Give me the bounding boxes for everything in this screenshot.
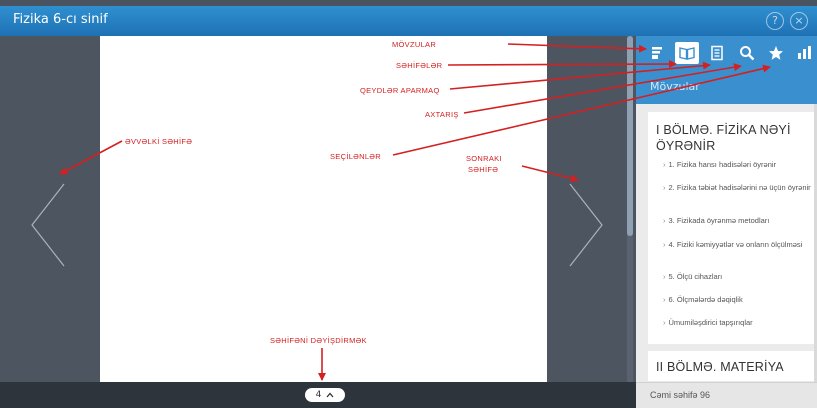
panel-footer: Cəmi səhifə 96 bbox=[636, 382, 817, 408]
annotation-label: SƏHİFƏNİ DƏYİŞDİRMƏK bbox=[270, 336, 367, 345]
topics-icon[interactable] bbox=[645, 42, 669, 64]
annotation-label: SƏHİFƏ bbox=[468, 165, 499, 174]
topic-item[interactable]: › 6. Ölçmələrdə dəqiqlik bbox=[663, 295, 813, 305]
topic-item[interactable]: › 5. Ölçü cihazları bbox=[663, 272, 813, 282]
window-title: Fizika 6-cı sinif bbox=[13, 12, 108, 27]
annotation-label: SONRAKI bbox=[466, 154, 502, 163]
annotation-label: SƏHİFƏLƏR bbox=[396, 61, 443, 70]
chevron-up-icon bbox=[326, 392, 334, 398]
help-icon[interactable]: ? bbox=[766, 12, 784, 30]
section-title[interactable]: II BÖLMƏ. MATERİYA bbox=[656, 360, 784, 374]
page-number: 4 bbox=[315, 390, 322, 400]
annotation-label: MÖVZULAR bbox=[392, 40, 437, 49]
annotation-label: AXTARIŞ bbox=[425, 110, 459, 119]
search-icon[interactable] bbox=[735, 42, 759, 64]
topic-item[interactable]: › 3. Fizikada öyrənmə metodları bbox=[663, 216, 813, 226]
total-pages-label: Cəmi səhifə 96 bbox=[650, 390, 711, 400]
notes-icon[interactable] bbox=[705, 42, 729, 64]
page-scrollbar[interactable] bbox=[627, 36, 633, 382]
previous-page-chevron-icon[interactable] bbox=[28, 180, 68, 270]
stats-icon[interactable] bbox=[792, 42, 816, 64]
annotation-label: QEYDLƏR APARMAQ bbox=[360, 86, 440, 95]
book-page bbox=[100, 36, 547, 382]
panel-header: Mövzular bbox=[636, 72, 817, 104]
topic-item[interactable]: › 1. Fizika hansı hadisələri öyrənir bbox=[663, 160, 813, 170]
panel-header-title: Mövzular bbox=[650, 80, 700, 93]
section-title[interactable]: I BÖLMƏ. FİZİKA NƏYİ ÖYRƏNİR bbox=[656, 122, 811, 154]
close-icon[interactable]: × bbox=[790, 12, 808, 30]
scrollbar-thumb[interactable] bbox=[627, 36, 633, 236]
bookmark-star-icon[interactable] bbox=[764, 42, 788, 64]
title-bar: Fizika 6-cı sinif ? × bbox=[0, 6, 817, 36]
next-page-chevron-icon[interactable] bbox=[566, 180, 606, 270]
topic-item[interactable]: › 4. Fiziki kəmiyyətlər və onların ölçülm… bbox=[663, 240, 813, 250]
ebook-reader-app: Fizika 6-cı sinif ? × 4 Mövzular I BÖLMƏ… bbox=[0, 0, 817, 408]
annotation-label: SEÇİLƏNLƏR bbox=[330, 152, 381, 161]
topic-item[interactable]: › 2. Fizika təbiət hadisələrini nə üçün ö… bbox=[663, 183, 813, 193]
page-selector-button[interactable]: 4 bbox=[305, 388, 345, 402]
pages-icon[interactable] bbox=[675, 42, 699, 64]
annotation-label: ƏVVƏLKİ SƏHİFƏ bbox=[125, 137, 193, 146]
topic-item[interactable]: › Ümumiləşdirici tapşırıqlar bbox=[663, 318, 813, 328]
